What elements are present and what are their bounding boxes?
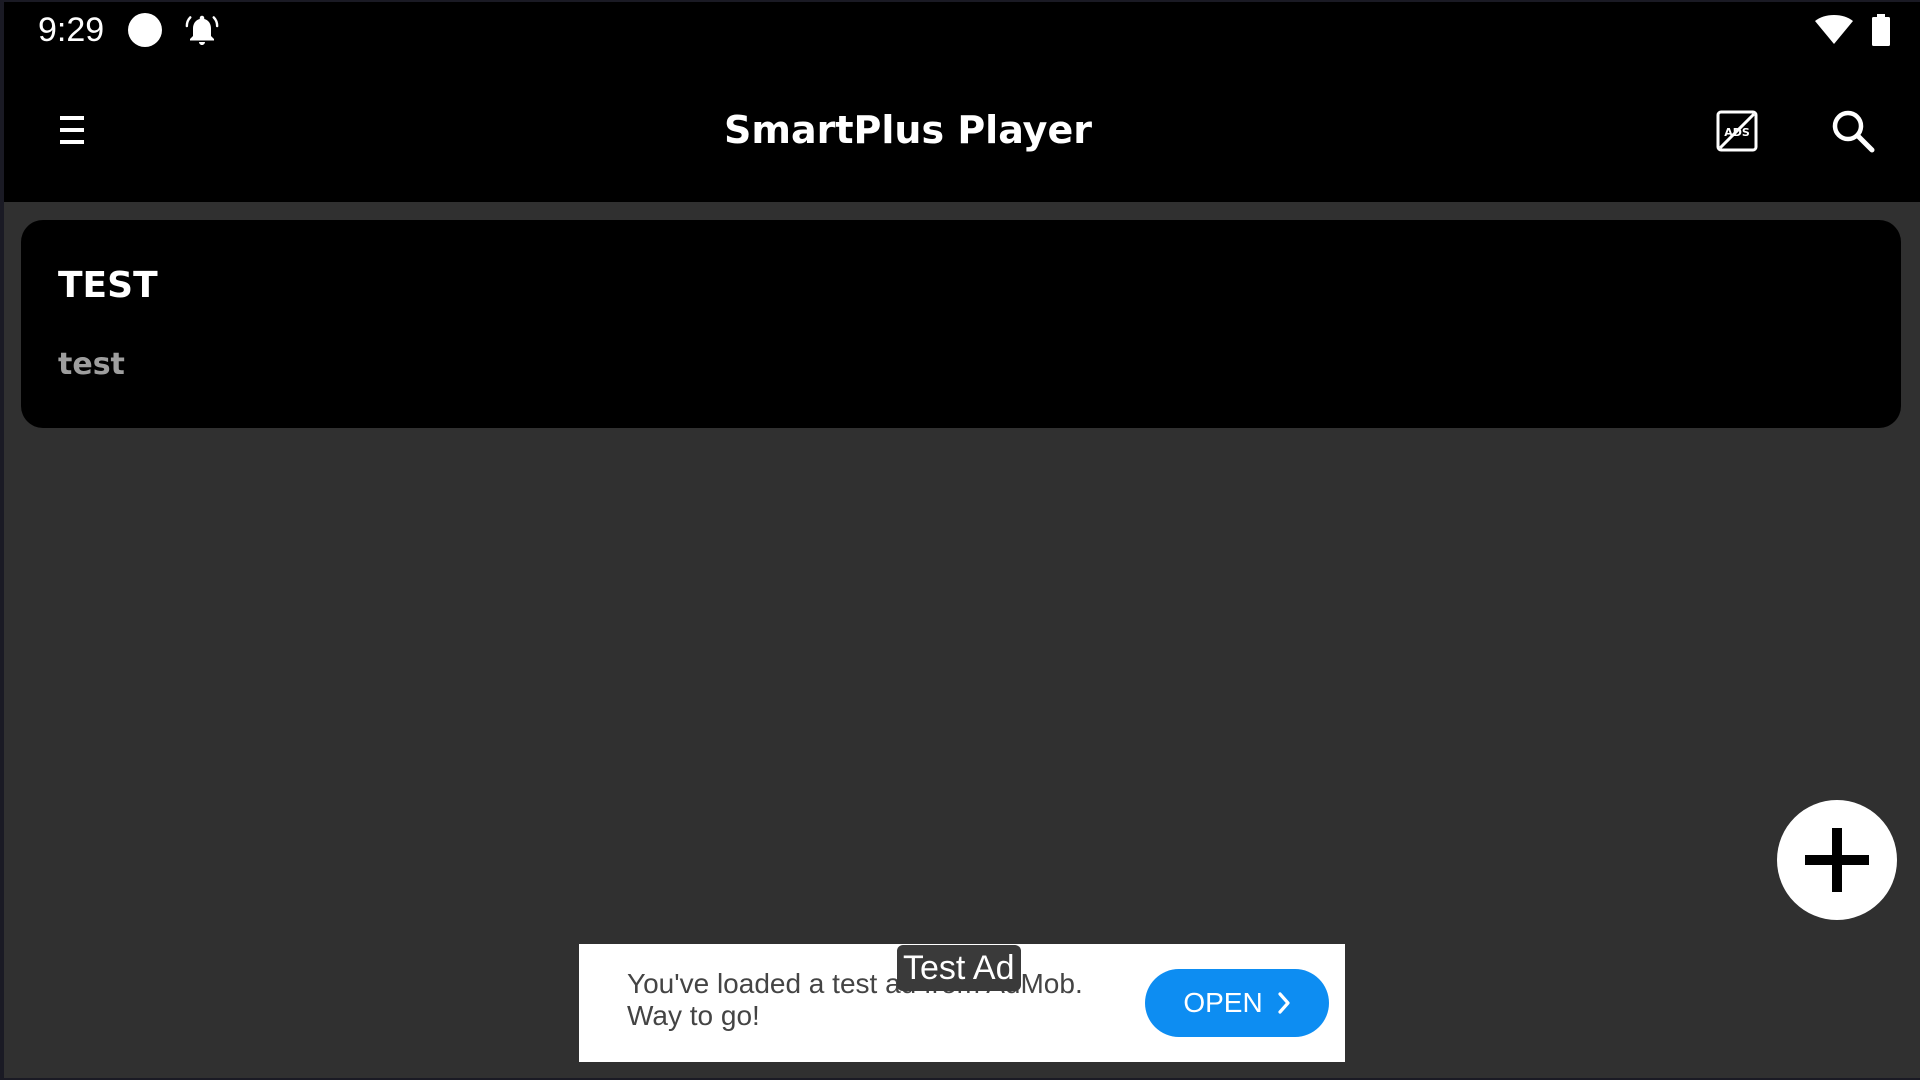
- app-screen: 9:29 SmartPlus Player ADS TEST test You'…: [4, 2, 1920, 1078]
- test-ad-label: Test Ad: [897, 945, 1021, 991]
- plus-icon: [1805, 828, 1869, 892]
- circle-icon: [128, 13, 162, 47]
- playlist-item-title: TEST: [58, 265, 158, 306]
- chevron-right-icon: [1278, 992, 1290, 1014]
- status-time: 9:29: [38, 11, 105, 49]
- ad-open-button[interactable]: OPEN: [1145, 969, 1329, 1037]
- ads-off-icon[interactable]: ADS: [1714, 108, 1760, 154]
- search-icon[interactable]: [1830, 108, 1876, 154]
- playlist-item-subtitle: test: [58, 347, 125, 382]
- add-playlist-button[interactable]: [1777, 800, 1897, 920]
- status-bar: 9:29: [4, 2, 1920, 58]
- battery-icon: [1872, 14, 1890, 46]
- alarm-bell-icon: [184, 12, 220, 48]
- app-title: SmartPlus Player: [724, 108, 1092, 152]
- playlist-item[interactable]: TEST test: [21, 220, 1901, 428]
- wifi-icon: [1814, 14, 1854, 46]
- ads-icon-text: ADS: [1724, 126, 1750, 139]
- ad-banner[interactable]: You've loaded a test ad from AdMob. Way …: [579, 944, 1345, 1062]
- ad-open-label: OPEN: [1183, 987, 1263, 1018]
- app-bar: SmartPlus Player ADS: [4, 58, 1920, 202]
